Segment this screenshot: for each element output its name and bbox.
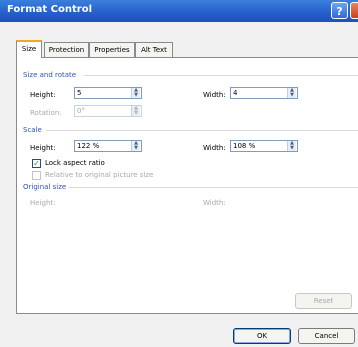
width-spin-icon[interactable]: ▲ ▼: [287, 88, 296, 98]
scale-height-spin-icon[interactable]: ▲ ▼: [131, 141, 140, 151]
original-height-label: Height:: [30, 199, 56, 207]
scale-height-stepper[interactable]: 122 % ▲ ▼: [74, 140, 142, 152]
cancel-button[interactable]: Cancel: [298, 328, 355, 344]
scale-width-stepper[interactable]: 108 % ▲ ▼: [230, 140, 298, 152]
width-value: 4: [233, 89, 238, 97]
scale-width-spin-icon[interactable]: ▲ ▼: [287, 141, 296, 151]
tab-alt-text[interactable]: Alt Text: [135, 42, 173, 57]
relative-size-checkbox: [32, 171, 41, 180]
original-size-heading: Original size: [23, 183, 67, 191]
height-label: Height:: [30, 91, 56, 99]
scale-width-label: Width:: [203, 144, 226, 152]
rotation-label: Rotation:: [30, 109, 62, 117]
format-control-dialog: Format Control ? Size Protection Propert…: [0, 0, 358, 347]
original-size-divider: [69, 187, 358, 188]
height-stepper[interactable]: 5 ▲ ▼: [74, 87, 142, 99]
height-spin-icon[interactable]: ▲ ▼: [131, 88, 140, 98]
close-icon[interactable]: [350, 2, 358, 19]
rotation-spin-icon: ▲ ▼: [131, 106, 140, 116]
tab-size[interactable]: Size: [16, 40, 42, 58]
reset-button: Reset: [295, 293, 352, 309]
height-value: 5: [77, 89, 82, 97]
lock-aspect-label[interactable]: Lock aspect ratio: [45, 159, 105, 167]
width-label: Width:: [203, 91, 226, 99]
relative-size-label: Relative to original picture size: [45, 171, 154, 179]
size-tab-panel: Size and rotate Height: 5 ▲ ▼ Width: 4 ▲ ▼…: [16, 57, 358, 314]
original-width-label: Width:: [203, 199, 226, 207]
scale-heading: Scale: [23, 126, 42, 134]
help-icon[interactable]: ?: [331, 2, 348, 19]
window-title: Format Control: [7, 4, 92, 15]
scale-height-label: Height:: [30, 144, 56, 152]
title-bar: Format Control ?: [0, 0, 358, 22]
ok-button[interactable]: OK: [233, 328, 291, 344]
scale-width-value: 108 %: [233, 142, 256, 150]
lock-aspect-checkbox[interactable]: ✓: [32, 159, 41, 168]
size-rotate-heading: Size and rotate: [23, 71, 77, 79]
rotation-value: 0°: [77, 107, 85, 115]
size-rotate-divider: [84, 75, 358, 76]
width-stepper[interactable]: 4 ▲ ▼: [230, 87, 298, 99]
tab-properties[interactable]: Properties: [89, 42, 135, 57]
scale-divider: [46, 130, 358, 131]
rotation-stepper: 0° ▲ ▼: [74, 105, 142, 117]
tab-protection[interactable]: Protection: [44, 42, 89, 57]
scale-height-value: 122 %: [77, 142, 100, 150]
